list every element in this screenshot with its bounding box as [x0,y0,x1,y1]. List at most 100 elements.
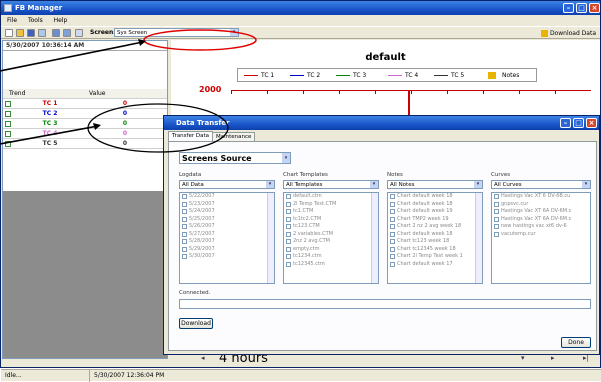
item-checkbox[interactable] [390,209,395,214]
notes-filter[interactable]: All Notes ▾ [387,180,483,189]
screen-select[interactable]: Sys Screen ▾ [114,28,239,37]
list-item[interactable]: tc1.CTM [284,208,378,216]
item-checkbox[interactable] [182,231,187,237]
item-checkbox[interactable] [494,209,499,214]
item-checkbox[interactable] [286,224,291,229]
item-checkbox[interactable] [182,239,187,244]
trend-row[interactable]: TC 1 0 [3,99,167,109]
list-item[interactable]: tc1234.ctm [284,253,378,261]
list-item[interactable]: gnpsvc.cur [492,201,590,209]
list-item[interactable]: new hastings vac xt6 dv-6 [492,223,590,231]
list-item[interactable]: Hastings Vac XT 6A DV-6M.c [492,208,590,216]
item-checkbox[interactable] [286,231,291,237]
maximize-button[interactable]: □ [576,3,587,13]
item-checkbox[interactable] [390,254,395,259]
list-item[interactable]: Hastings Vac XT 6A DV-6M.c [492,216,590,224]
notes-list[interactable]: Chart default week 18 Chart default week… [387,192,483,284]
trend-checkbox[interactable] [5,131,11,137]
item-checkbox[interactable] [182,246,187,252]
item-checkbox[interactable] [286,194,291,199]
item-checkbox[interactable] [494,224,499,229]
list-item[interactable]: Chart 2 nz 2 avg week 18 [388,223,482,231]
item-checkbox[interactable] [286,239,291,244]
list-item[interactable]: 5/23/2007 [180,201,274,209]
list-item[interactable]: tc1tc2.CTM [284,216,378,224]
list-item[interactable]: 5/29/2007 [180,246,274,254]
menu-file[interactable]: File [7,17,17,24]
item-checkbox[interactable] [494,231,499,237]
done-button[interactable]: Done [561,337,591,348]
menu-tools[interactable]: Tools [28,17,43,24]
item-checkbox[interactable] [390,246,395,252]
list-item[interactable]: 5/26/2007 [180,223,274,231]
item-checkbox[interactable] [390,224,395,229]
download-data-button[interactable]: Download Data [540,29,596,38]
source-select[interactable]: Screens Source ▾ [179,152,291,164]
item-checkbox[interactable] [286,216,291,222]
list-item[interactable]: Chart TMP2 week 19 [388,216,482,224]
item-checkbox[interactable] [286,254,291,259]
chart-icon[interactable] [38,29,46,37]
list-item[interactable]: 5/28/2007 [180,238,274,246]
scroll-left-icon[interactable]: ◂ [201,354,205,362]
list-item[interactable]: Chart tc12345 week 18 [388,246,482,254]
scroll-right-icon[interactable]: ▸ [551,354,555,362]
templates-list[interactable]: default.ctm 2l Temp Test.CTM tc1.CTM tc1… [283,192,379,284]
item-checkbox[interactable] [286,209,291,214]
print-icon[interactable] [63,29,71,37]
minimize-button[interactable]: – [563,3,574,13]
list-item[interactable]: Chart default week 18 [388,231,482,239]
item-checkbox[interactable] [494,201,499,207]
list-item[interactable]: 5/25/2007 [180,216,274,224]
dialog-close-button[interactable]: × [586,118,597,128]
logdata-list[interactable]: 5/22/2007 5/23/2007 5/24/2007 5/25/2007 … [179,192,275,284]
list-item[interactable]: Hastings Vac XT 6 DV-6B.cu [492,193,590,201]
item-checkbox[interactable] [390,231,395,237]
list-item[interactable]: Chart default week 18 [388,201,482,209]
item-checkbox[interactable] [390,216,395,222]
settings-icon[interactable] [75,29,83,37]
list-item[interactable]: Chart tc123 week 18 [388,238,482,246]
list-item[interactable]: default.ctm [284,193,378,201]
item-checkbox[interactable] [494,194,499,199]
item-checkbox[interactable] [182,194,187,199]
list-item[interactable]: empty.ctm [284,246,378,254]
item-checkbox[interactable] [182,254,187,259]
trend-row[interactable]: TC 4 0 [3,129,167,139]
dialog-minimize-button[interactable]: – [560,118,571,128]
trend-checkbox[interactable] [5,121,11,127]
trend-checkbox[interactable] [5,141,11,147]
item-checkbox[interactable] [182,216,187,222]
scroll-end-icon[interactable]: ▸| [583,354,589,362]
save-icon[interactable] [27,29,35,37]
dialog-maximize-button[interactable]: □ [573,118,584,128]
list-item[interactable]: 5/27/2007 [180,231,274,239]
new-icon[interactable] [5,29,13,37]
open-icon[interactable] [16,29,24,37]
list-item[interactable]: tc12345.ctm [284,261,378,269]
menu-help[interactable]: Help [54,17,68,24]
templates-filter[interactable]: All Templates ▾ [283,180,379,189]
item-checkbox[interactable] [390,261,395,267]
close-button[interactable]: × [589,3,600,13]
item-checkbox[interactable] [494,216,499,222]
curves-filter[interactable]: All Curves ▾ [491,180,591,189]
item-checkbox[interactable] [390,239,395,244]
list-item[interactable]: 2 variables.CTM [284,231,378,239]
list-item[interactable]: vacutemp.cur [492,231,590,239]
list-scrollbar[interactable] [475,193,482,283]
item-checkbox[interactable] [286,261,291,267]
tab-maintenance[interactable]: Maintenance [212,132,256,141]
list-item[interactable]: 5/30/2007 [180,253,274,261]
span-dropdown-icon[interactable]: ▾ [521,354,525,362]
list-item[interactable]: Chart default week 17 [388,261,482,269]
item-checkbox[interactable] [390,201,395,207]
item-checkbox[interactable] [286,246,291,252]
list-item[interactable]: Chart default week 18 [388,193,482,201]
trend-row[interactable]: TC 3 0 [3,119,167,129]
list-scrollbar[interactable] [267,193,274,283]
list-item[interactable]: 5/22/2007 [180,193,274,201]
item-checkbox[interactable] [390,194,395,199]
trend-checkbox[interactable] [5,111,11,117]
download-button[interactable]: Download [179,318,213,329]
